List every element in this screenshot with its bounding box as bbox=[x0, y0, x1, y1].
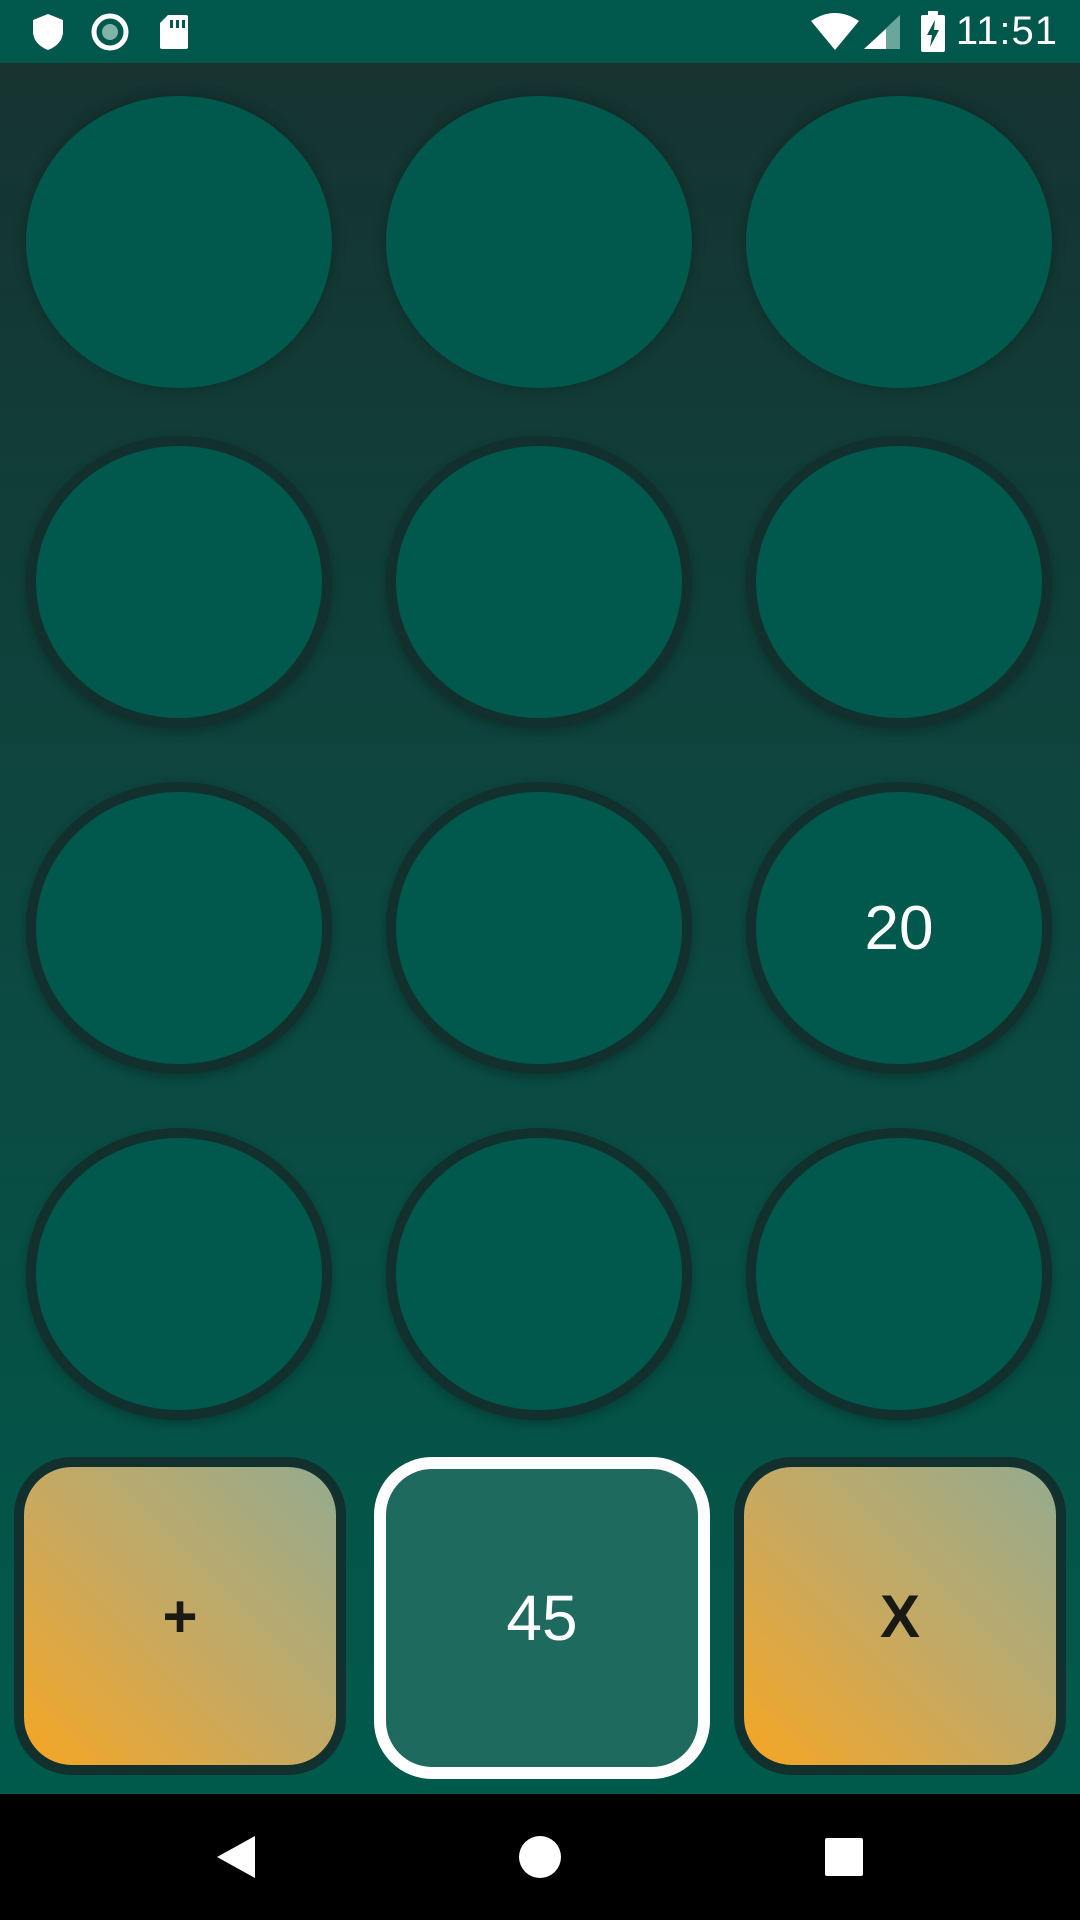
status-time: 11:51 bbox=[955, 9, 1058, 53]
shield-icon bbox=[28, 0, 68, 63]
battery-charging-icon bbox=[918, 0, 948, 63]
status-bar: 11:51 bbox=[0, 0, 1080, 63]
grid-cell[interactable] bbox=[386, 782, 692, 1074]
grid-cell[interactable] bbox=[746, 96, 1052, 388]
multiply-button[interactable]: X bbox=[734, 1457, 1066, 1775]
back-icon[interactable] bbox=[176, 1794, 296, 1920]
screen: 11:51 20 + 45 X bbox=[0, 0, 1080, 1920]
wifi-icon bbox=[810, 0, 860, 63]
grid-cell[interactable] bbox=[386, 436, 692, 728]
grid-cell[interactable] bbox=[386, 96, 692, 388]
cellular-signal-icon bbox=[862, 0, 902, 63]
grid-cell[interactable] bbox=[26, 436, 332, 728]
grid-cell[interactable] bbox=[26, 96, 332, 388]
home-icon[interactable] bbox=[480, 1794, 600, 1920]
plus-button[interactable]: + bbox=[14, 1457, 346, 1775]
cell-value: 20 bbox=[864, 893, 934, 963]
grid-cell[interactable] bbox=[386, 1128, 692, 1420]
circle-record-icon bbox=[90, 0, 130, 63]
grid-cell[interactable]: 20 bbox=[746, 782, 1052, 1074]
value-display: 45 bbox=[374, 1457, 710, 1779]
grid-cell[interactable] bbox=[26, 782, 332, 1074]
grid-cell[interactable] bbox=[26, 1128, 332, 1420]
sd-card-icon bbox=[156, 0, 192, 63]
navigation-bar bbox=[0, 1794, 1080, 1920]
game-board: 20 + 45 X bbox=[0, 63, 1080, 1794]
recents-icon[interactable] bbox=[784, 1794, 904, 1920]
grid-cell[interactable] bbox=[746, 436, 1052, 728]
grid-cell[interactable] bbox=[746, 1128, 1052, 1420]
